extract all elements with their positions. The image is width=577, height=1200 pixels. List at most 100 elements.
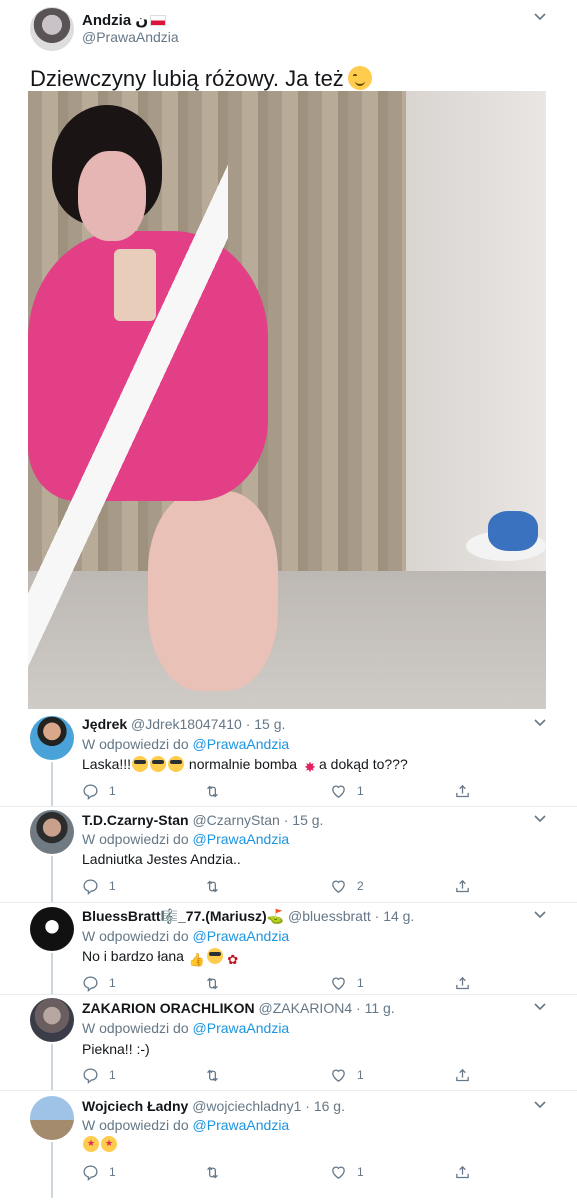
mention-link[interactable]: @PrawaAndzia <box>193 1117 290 1133</box>
retweet-action[interactable] <box>204 1162 231 1182</box>
reply-author-name[interactable]: T.D.Czarny-Stan <box>82 812 189 828</box>
reply-action[interactable]: 1 <box>82 781 116 801</box>
reply-action[interactable]: 1 <box>82 876 116 896</box>
reply-text: Laska!!! normalnie bomba ✸ a dokąd to??? <box>82 756 408 775</box>
star-struck-emoji-icon <box>83 1136 99 1152</box>
reply-header: T.D.Czarny-Stan @CzarnyStan · 15 g. <box>82 812 323 828</box>
reply-count: 1 <box>109 784 116 798</box>
reply-time[interactable]: 15 g. <box>254 716 285 732</box>
retweet-action[interactable] <box>204 1065 231 1085</box>
like-action[interactable]: 1 <box>330 781 364 801</box>
reply-handle[interactable]: @ZAKARION4 <box>259 1000 353 1016</box>
in-reply-prefix: W odpowiedzi do <box>82 928 189 944</box>
chevron-down-icon[interactable] <box>533 1000 547 1014</box>
thumbs-up-emoji-icon: 👍 <box>188 952 206 967</box>
reply-author-name[interactable]: BluessBratt🎼_77.(Mariusz)⛳ <box>82 908 284 924</box>
reply-avatar[interactable] <box>30 716 74 760</box>
retweet-icon <box>207 977 218 989</box>
reply-handle[interactable]: @wojciechladny1 <box>192 1098 301 1114</box>
in-reply-prefix: W odpowiedzi do <box>82 1020 189 1036</box>
reply-text: No i bardzo łana 👍 ✿ <box>82 948 242 968</box>
share-action[interactable] <box>454 1065 481 1085</box>
retweet-icon <box>207 1069 218 1081</box>
share-icon <box>456 976 469 989</box>
mention-link[interactable]: @PrawaAndzia <box>193 928 290 944</box>
reply-avatar[interactable] <box>30 907 74 951</box>
heart-icon <box>332 880 345 893</box>
reply-time[interactable]: 15 g. <box>292 812 323 828</box>
poland-flag-icon <box>150 15 167 26</box>
in-reply-to: W odpowiedzi do @PrawaAndzia <box>82 1020 289 1036</box>
reply-handle[interactable]: @bluessbratt <box>288 908 371 924</box>
like-action[interactable]: 1 <box>330 1162 364 1182</box>
like-count: 1 <box>357 1068 364 1082</box>
like-action[interactable]: 2 <box>330 876 364 896</box>
reply-avatar[interactable] <box>30 1096 74 1140</box>
chevron-down-icon[interactable] <box>533 1098 547 1112</box>
tweet-text: Dziewczyny lubią różowy. Ja też <box>30 66 372 92</box>
in-reply-prefix: W odpowiedzi do <box>82 831 189 847</box>
divider <box>0 806 577 807</box>
mention-link[interactable]: @PrawaAndzia <box>193 736 290 752</box>
like-count: 1 <box>357 784 364 798</box>
reply-text-part: a dokąd to??? <box>318 756 408 772</box>
mention-link[interactable]: @PrawaAndzia <box>193 1020 290 1036</box>
reply-time[interactable]: 14 g. <box>383 908 414 924</box>
reply-time[interactable]: 11 g. <box>365 1000 395 1016</box>
reply-item[interactable]: ZAKARION ORACHLIKON @ZAKARION4 · 11 g. W… <box>0 996 577 1090</box>
reply-text-part: Laska!!! <box>82 756 132 772</box>
reply-author-name[interactable]: Jędrek <box>82 716 127 732</box>
share-icon <box>456 1068 469 1081</box>
reply-item[interactable]: Wojciech Ładny @wojciechladny1 · 16 g. W… <box>0 1094 577 1198</box>
rose-emoji-icon: ✿ <box>227 952 239 967</box>
share-action[interactable] <box>454 781 481 801</box>
mention-link[interactable]: @PrawaAndzia <box>193 831 290 847</box>
chevron-down-icon[interactable] <box>533 716 547 730</box>
like-action[interactable]: 1 <box>330 973 364 993</box>
author-handle[interactable]: @PrawaAndzia <box>82 29 179 45</box>
reply-item[interactable]: Jędrek @Jdrek18047410 · 15 g. W odpowied… <box>0 712 577 806</box>
share-action[interactable] <box>454 876 481 896</box>
thread-line <box>51 1142 53 1198</box>
separator: · <box>305 1098 310 1114</box>
like-action[interactable]: 1 <box>330 1065 364 1085</box>
reply-count: 1 <box>109 976 116 990</box>
retweet-action[interactable] <box>204 781 231 801</box>
author-name-row[interactable]: Andzia ن <box>82 11 167 29</box>
chevron-down-icon[interactable] <box>533 812 547 826</box>
chevron-down-icon[interactable] <box>533 10 547 24</box>
tweet-photo[interactable] <box>28 91 546 709</box>
reply-handle[interactable]: @CzarnyStan <box>192 812 279 828</box>
sunglasses-emoji-icon <box>132 756 149 772</box>
in-reply-to: W odpowiedzi do @PrawaAndzia <box>82 736 289 752</box>
reply-icon <box>83 1067 98 1084</box>
reply-item[interactable]: BluessBratt🎼_77.(Mariusz)⛳ @bluessbratt … <box>0 904 577 994</box>
separator: · <box>374 908 380 924</box>
author-name[interactable]: Andzia <box>82 12 131 29</box>
reply-actions: 1 1 <box>82 781 482 801</box>
reply-handle[interactable]: @Jdrek18047410 <box>131 716 242 732</box>
author-avatar[interactable] <box>30 7 74 51</box>
reply-header: Wojciech Ładny @wojciechladny1 · 16 g. <box>82 1098 345 1114</box>
reply-author-name[interactable]: ZAKARION ORACHLIKON <box>82 1000 255 1016</box>
reply-avatar[interactable] <box>30 810 74 854</box>
like-count: 2 <box>357 879 364 893</box>
reply-avatar[interactable] <box>30 998 74 1042</box>
retweet-action[interactable] <box>204 876 231 896</box>
reply-action[interactable]: 1 <box>82 1065 116 1085</box>
chevron-down-icon[interactable] <box>533 908 547 922</box>
divider <box>0 1090 577 1091</box>
reply-header: ZAKARION ORACHLIKON @ZAKARION4 · 11 g. <box>82 1000 395 1016</box>
thread-line <box>51 1044 53 1090</box>
reply-action[interactable]: 1 <box>82 1162 116 1182</box>
share-action[interactable] <box>454 973 481 993</box>
reply-count: 1 <box>109 879 116 893</box>
reply-actions: 1 2 <box>82 876 482 896</box>
share-action[interactable] <box>454 1162 481 1182</box>
reply-author-name[interactable]: Wojciech Ładny <box>82 1098 188 1114</box>
in-reply-to: W odpowiedzi do @PrawaAndzia <box>82 831 289 847</box>
reply-time[interactable]: 16 g. <box>314 1098 345 1114</box>
reply-action[interactable]: 1 <box>82 973 116 993</box>
reply-item[interactable]: T.D.Czarny-Stan @CzarnyStan · 15 g. W od… <box>0 808 577 902</box>
retweet-action[interactable] <box>204 973 231 993</box>
